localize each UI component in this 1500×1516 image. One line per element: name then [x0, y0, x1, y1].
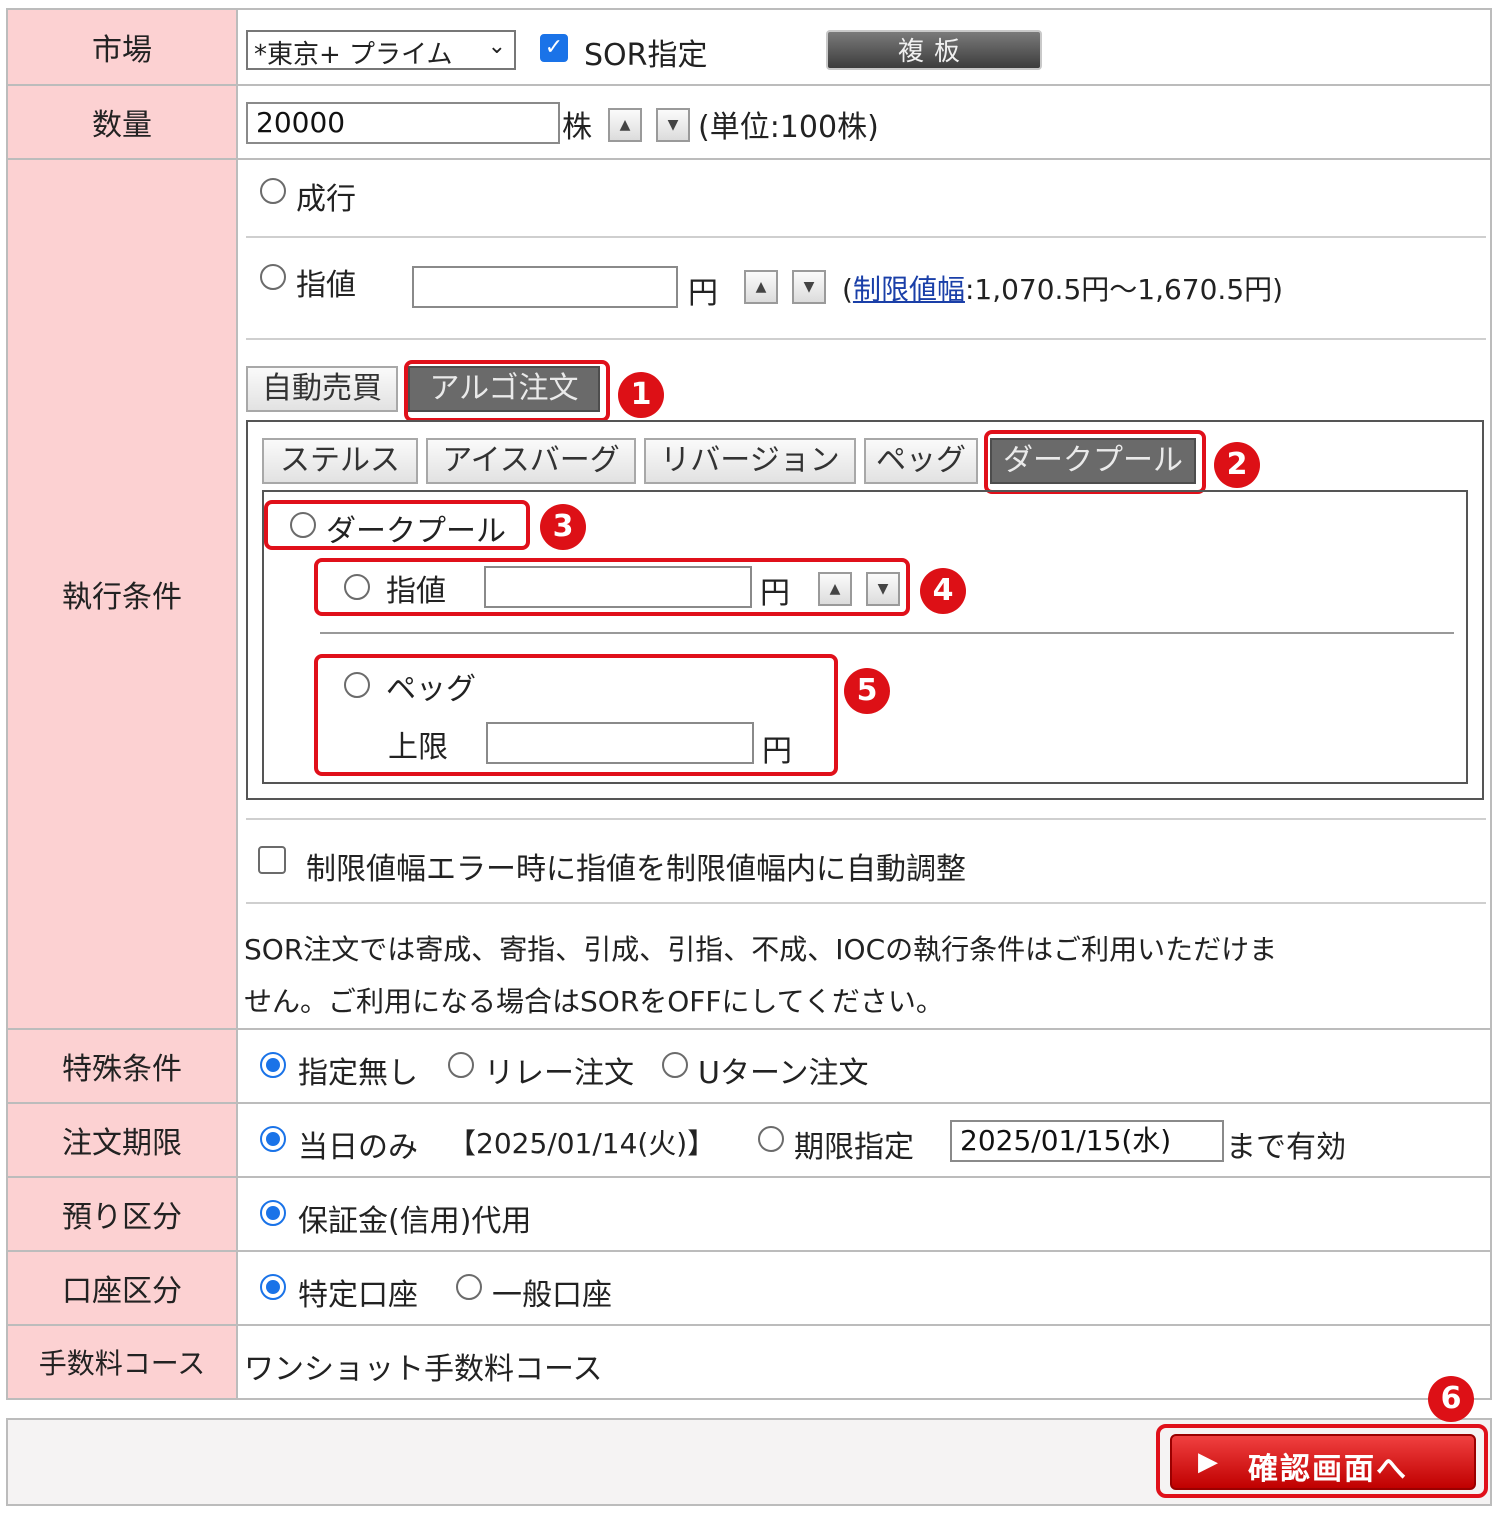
- limit-up-button[interactable]: ▲: [744, 270, 778, 304]
- confirm-button-label: 確認画面へ: [1248, 1452, 1408, 1487]
- quantity-input[interactable]: 20000: [246, 102, 560, 144]
- deposit-label: 保証金(信用)代用: [298, 1204, 532, 1239]
- limit-order-radio[interactable]: [260, 264, 286, 290]
- auto-adjust-label: 制限値幅エラー時に指値を制限値幅内に自動調整: [306, 852, 966, 887]
- period-today-label: 当日のみ: [298, 1130, 418, 1165]
- quantity-up-button[interactable]: ▲: [608, 108, 642, 142]
- sor-checkbox[interactable]: ✓: [540, 34, 568, 62]
- sor-note-line1: SOR注文では寄成、寄指、引成、引指、不成、IOCの執行条件はご利用いただけま: [244, 933, 1278, 966]
- market-order-radio[interactable]: [260, 178, 286, 204]
- label-market: 市場: [8, 10, 238, 84]
- order-form: 市場 *東京+ プライム ⌄ ✓ SOR指定 複板 数量 20000 株 ▲ ▼…: [6, 8, 1492, 1400]
- label-deposit: 預り区分: [8, 1178, 238, 1250]
- market-select[interactable]: *東京+ プライム ⌄: [246, 30, 516, 70]
- limit-unit: 円: [688, 276, 718, 311]
- special-uturn-label: Uターン注文: [698, 1056, 869, 1091]
- price-range: (制限値幅:1,070.5円〜1,670.5円): [842, 273, 1284, 306]
- row-period: 注文期限 当日のみ 【2025/01/14(火)】 期限指定 2025/01/1…: [6, 1102, 1492, 1178]
- period-specify-label: 期限指定: [794, 1130, 914, 1165]
- chevron-down-icon: ⌄: [487, 34, 506, 59]
- label-period: 注文期限: [8, 1104, 238, 1176]
- limit-down-button[interactable]: ▼: [792, 270, 826, 304]
- row-fee: 手数料コース ワンショット手数料コース: [6, 1324, 1492, 1400]
- row-special: 特殊条件 指定無し リレー注文 Uターン注文: [6, 1028, 1492, 1104]
- limit-order-label: 指値: [296, 268, 356, 303]
- period-specify-radio[interactable]: [758, 1126, 784, 1152]
- tab-peg[interactable]: ペッグ: [864, 438, 978, 484]
- special-none-label: 指定無し: [298, 1056, 418, 1091]
- sor-label: SOR指定: [584, 38, 708, 73]
- callout-5: 5: [844, 668, 890, 714]
- quantity-note: (単位:100株): [698, 110, 879, 145]
- row-market: 市場 *東京+ プライム ⌄ ✓ SOR指定 複板: [6, 8, 1492, 86]
- price-range-link[interactable]: 制限値幅: [853, 273, 965, 306]
- callout-4: 4: [920, 568, 966, 614]
- row-quantity: 数量 20000 株 ▲ ▼ (単位:100株): [6, 84, 1492, 160]
- callout-6: 6: [1428, 1376, 1474, 1422]
- board-button[interactable]: 複板: [826, 30, 1042, 70]
- confirm-button[interactable]: ▶ 確認画面へ: [1170, 1434, 1476, 1490]
- row-execution: 執行条件 成行 指値 円 ▲ ▼ (制限値幅:1,070.5円〜1,670.5円…: [6, 158, 1492, 1030]
- period-date-input[interactable]: 2025/01/15(水): [950, 1120, 1224, 1162]
- label-quantity: 数量: [8, 86, 238, 158]
- tab-auto-trade[interactable]: 自動売買: [246, 366, 398, 412]
- tab-reversion[interactable]: リバージョン: [644, 438, 856, 484]
- row-account: 口座区分 特定口座 一般口座: [6, 1250, 1492, 1326]
- tab-iceberg[interactable]: アイスバーグ: [426, 438, 636, 484]
- label-special: 特殊条件: [8, 1030, 238, 1102]
- limit-price-input[interactable]: [412, 266, 678, 308]
- period-valid-until: まで有効: [1226, 1130, 1346, 1165]
- period-today-date: 【2025/01/14(火)】: [448, 1127, 716, 1160]
- market-select-value: *東京+ プライム: [254, 40, 453, 70]
- callout-1: 1: [618, 372, 664, 418]
- row-deposit: 預り区分 保証金(信用)代用: [6, 1176, 1492, 1252]
- market-order-label: 成行: [296, 182, 356, 217]
- deposit-radio[interactable]: [260, 1200, 286, 1226]
- quantity-down-button[interactable]: ▼: [656, 108, 690, 142]
- special-none-radio[interactable]: [260, 1052, 286, 1078]
- account-general-radio[interactable]: [456, 1274, 482, 1300]
- quantity-unit: 株: [562, 110, 592, 145]
- callout-2: 2: [1214, 442, 1260, 488]
- label-execution: 執行条件: [8, 160, 238, 1028]
- special-uturn-radio[interactable]: [662, 1052, 688, 1078]
- auto-adjust-checkbox[interactable]: [258, 846, 286, 874]
- label-account: 口座区分: [8, 1252, 238, 1324]
- tab-stealth[interactable]: ステルス: [262, 438, 418, 484]
- sor-note-line2: せん。ご利用になる場合はSORをOFFにしてください。: [244, 985, 944, 1018]
- special-relay-radio[interactable]: [448, 1052, 474, 1078]
- fee-value: ワンショット手数料コース: [244, 1352, 603, 1387]
- special-relay-label: リレー注文: [484, 1056, 634, 1091]
- label-fee: 手数料コース: [8, 1326, 238, 1398]
- callout-3: 3: [540, 504, 586, 550]
- account-specific-label: 特定口座: [298, 1278, 418, 1313]
- account-specific-radio[interactable]: [260, 1274, 286, 1300]
- period-today-radio[interactable]: [260, 1126, 286, 1152]
- play-icon: ▶: [1198, 1447, 1218, 1477]
- account-general-label: 一般口座: [492, 1278, 612, 1313]
